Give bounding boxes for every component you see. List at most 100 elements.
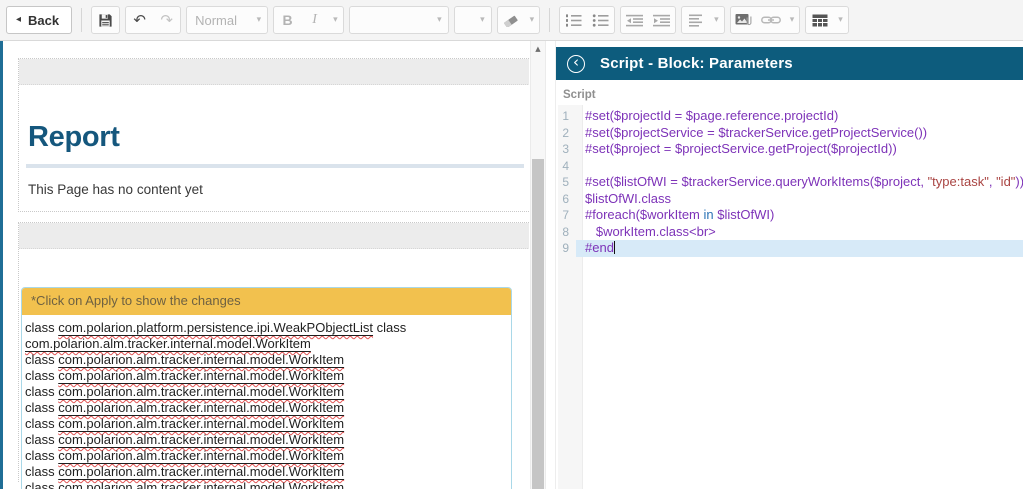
save-button[interactable]: [92, 7, 119, 33]
selected-script-block[interactable]: *Click on Apply to show the changes clas…: [21, 287, 512, 489]
output-line: class com.polarion.alm.tracker.internal.…: [25, 384, 509, 400]
undo-button[interactable]: ↶: [126, 7, 153, 33]
apply-changes-banner: *Click on Apply to show the changes: [22, 288, 511, 315]
output-line: class com.polarion.platform.persistence.…: [25, 320, 509, 336]
code-text: [576, 158, 1023, 175]
insert-image-button[interactable]: [731, 7, 758, 33]
collapse-back-icon[interactable]: ‹: [567, 55, 585, 73]
caret-down-icon: ▾: [429, 16, 442, 25]
vertical-scrollbar[interactable]: ▲: [530, 41, 546, 489]
class-name-text: com.polarion.alm.tracker.internal.model.…: [58, 384, 344, 399]
output-line: class com.polarion.alm.tracker.internal.…: [25, 464, 509, 480]
line-number: 2: [558, 125, 576, 142]
code-text: #set($project = $projectService.getProje…: [576, 141, 1023, 158]
output-text: class: [373, 320, 406, 335]
save-icon: [98, 13, 113, 28]
redo-button[interactable]: ↷: [153, 7, 180, 33]
code-text: $listOfWI.class: [576, 191, 1023, 208]
scroll-up-icon[interactable]: ▲: [531, 41, 545, 57]
text-cursor: [614, 241, 615, 254]
output-text: class: [25, 480, 58, 489]
region-header-strip[interactable]: [19, 59, 529, 85]
alignment-caret[interactable]: ▾: [709, 16, 724, 25]
code-text: #end: [576, 240, 1023, 257]
page-editor-panel: Report This Page has no content yet *Cli…: [0, 41, 556, 489]
class-name-text: com.polarion.alm.tracker.internal.model.…: [58, 480, 344, 489]
outdent-button[interactable]: [621, 7, 648, 33]
page-region-title: Report This Page has no content yet: [18, 58, 529, 212]
eraser-icon: [503, 14, 519, 27]
line-number: 4: [558, 158, 576, 175]
alignment-button[interactable]: [682, 7, 709, 33]
paragraph-format-select[interactable]: Normal ▾: [186, 6, 268, 34]
insert-caret[interactable]: ▾: [785, 16, 800, 25]
output-line: com.polarion.alm.tracker.internal.model.…: [25, 336, 509, 352]
table-icon: [812, 14, 828, 27]
output-line: class com.polarion.alm.tracker.internal.…: [25, 368, 509, 384]
output-text: class: [25, 320, 58, 335]
code-line: 2#set($projectService = $trackerService.…: [558, 125, 1023, 142]
font-family-select[interactable]: ▾: [349, 6, 449, 34]
class-name-text: com.polarion.alm.tracker.internal.model.…: [25, 336, 311, 351]
script-sidebar: ‹ Script - Block: Parameters Script 1#se…: [556, 41, 1023, 489]
back-button[interactable]: ◂ Back: [6, 6, 72, 34]
bullet-list-button[interactable]: [587, 7, 614, 33]
script-sidebar-header: ‹ Script - Block: Parameters: [556, 47, 1023, 80]
undo-icon: ↶: [133, 13, 146, 28]
line-number: 6: [558, 191, 576, 208]
class-name-text: com.polarion.platform.persistence.ipi.We…: [58, 320, 373, 335]
text-style-caret[interactable]: ▾: [328, 16, 343, 25]
code-text: #set($listOfWI = $trackerService.queryWo…: [576, 174, 1023, 191]
output-line: class com.polarion.alm.tracker.internal.…: [25, 432, 509, 448]
numbered-list-button[interactable]: [560, 7, 587, 33]
output-text: class: [25, 448, 58, 463]
output-text: class: [25, 464, 58, 479]
output-text: class: [25, 384, 58, 399]
output-text: class: [25, 368, 58, 383]
code-text: #set($projectService = $trackerService.g…: [576, 125, 1023, 142]
line-number: 3: [558, 141, 576, 158]
class-name-text: com.polarion.alm.tracker.internal.model.…: [58, 464, 344, 479]
script-code-editor[interactable]: 1#set($projectId = $page.reference.proje…: [558, 105, 1023, 489]
insert-table-button[interactable]: [806, 7, 833, 33]
insert-link-button[interactable]: [758, 7, 785, 33]
region-header-strip[interactable]: [19, 223, 529, 249]
output-line: class com.polarion.alm.tracker.internal.…: [25, 480, 509, 489]
remove-format-caret[interactable]: ▾: [525, 16, 540, 25]
class-name-text: com.polarion.alm.tracker.internal.model.…: [58, 416, 344, 431]
indent-button[interactable]: [648, 7, 675, 33]
page-title: Report: [28, 121, 524, 154]
output-line: class com.polarion.alm.tracker.internal.…: [25, 448, 509, 464]
code-line: 3#set($project = $projectService.getProj…: [558, 141, 1023, 158]
script-block-output: class com.polarion.platform.persistence.…: [22, 315, 511, 489]
bullet-list-icon: [592, 14, 609, 27]
table-caret[interactable]: ▾: [833, 16, 848, 25]
caret-down-icon: ▾: [249, 16, 262, 25]
scrollbar-thumb[interactable]: [532, 159, 544, 489]
align-icon: [689, 14, 702, 27]
indent-icon: [653, 14, 670, 27]
italic-button[interactable]: I: [301, 7, 328, 33]
editor-toolbar: ◂ Back ↶ ↷ Normal ▾ B I ▾ ▾ ▾ ▾: [0, 0, 1023, 41]
class-name-text: com.polarion.alm.tracker.internal.model.…: [58, 368, 344, 383]
code-text: $workItem.class<br>: [576, 224, 1023, 241]
font-size-select[interactable]: ▾: [454, 6, 492, 34]
toolbar-separator: [549, 8, 550, 32]
toolbar-separator: [81, 8, 82, 32]
code-line: 9#end: [558, 240, 1023, 257]
output-text: class: [25, 400, 58, 415]
line-number: 8: [558, 224, 576, 241]
page-region-body: *Click on Apply to show the changes clas…: [18, 222, 529, 482]
line-number: 5: [558, 174, 576, 191]
line-number: 1: [558, 108, 576, 125]
page-canvas[interactable]: Report This Page has no content yet *Cli…: [3, 41, 529, 489]
output-line: class com.polarion.alm.tracker.internal.…: [25, 352, 509, 368]
back-arrow-icon: ◂: [16, 15, 21, 25]
class-name-text: com.polarion.alm.tracker.internal.model.…: [58, 400, 344, 415]
code-text: #set($projectId = $page.reference.projec…: [576, 108, 1023, 125]
code-line: 5#set($listOfWI = $trackerService.queryW…: [558, 174, 1023, 191]
bold-button[interactable]: B: [274, 7, 301, 33]
title-divider: [26, 164, 524, 168]
class-name-text: com.polarion.alm.tracker.internal.model.…: [58, 432, 344, 447]
remove-format-button[interactable]: [498, 7, 525, 33]
